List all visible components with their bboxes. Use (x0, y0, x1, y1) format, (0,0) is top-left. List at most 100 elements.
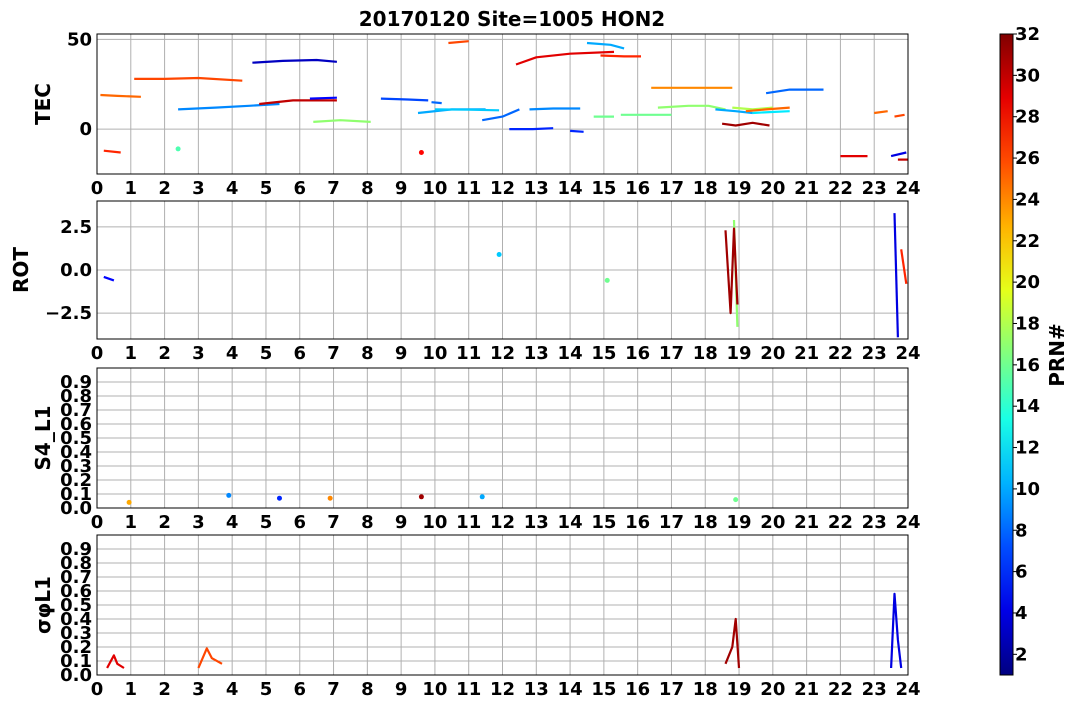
x-tick-label: 15 (591, 178, 616, 199)
y-tick-label: 0.9 (60, 372, 92, 393)
series-12-line (431, 101, 442, 105)
subplot-4: 0 1 2 3 4 5 6 7 8 9 10 11 12 13 14 15 16 17 18 19 20 21 22 23 24… (31, 534, 921, 700)
colorbar-tick-label: 4 (1015, 603, 1028, 624)
x-tick-label: 17 (659, 178, 684, 199)
x-tick-label: 20 (760, 512, 785, 533)
x-tick-label: 0 (91, 679, 104, 700)
x-tick-label: 2 (158, 679, 171, 700)
x-tick-label: 6 (293, 178, 306, 199)
y-tick-label: −2.5 (45, 303, 92, 324)
series-6-point (479, 494, 485, 500)
x-tick-label: 17 (659, 512, 684, 533)
series-17-line (515, 50, 615, 66)
colorbar-tick-label: 12 (1015, 438, 1040, 459)
x-tick-label: 13 (524, 343, 549, 364)
x-tick-label: 19 (727, 343, 752, 364)
series-4-line (134, 76, 243, 82)
x-tick-label: 4 (226, 178, 239, 199)
x-tick-label: 12 (490, 512, 515, 533)
y-axis-label: S4_L1 (31, 406, 55, 471)
series-1-line (103, 275, 115, 282)
x-tick-label: 18 (693, 178, 718, 199)
subplot-2: 0 1 2 3 4 5 6 7 8 9 10 11 12 13 14 15 16 17 18 19 20 21 22 23 24… (9, 200, 921, 364)
colorbar-tick-label: 32 (1015, 24, 1040, 45)
series-9-line (313, 119, 371, 123)
x-tick-label: 7 (327, 343, 340, 364)
x-tick-label: 15 (591, 679, 616, 700)
colorbar-tick-label: 30 (1015, 65, 1040, 86)
colorbar-tick-label: 24 (1015, 189, 1040, 210)
x-tick-label: 14 (558, 512, 583, 533)
y-axis-label: σφL1 (31, 576, 55, 634)
x-tick-label: 8 (361, 512, 374, 533)
series-35-line (894, 113, 905, 118)
x-tick-label: 23 (862, 679, 887, 700)
x-tick-label: 2 (158, 512, 171, 533)
y-tick-label: 0.9 (60, 539, 92, 560)
x-tick-label: 6 (293, 679, 306, 700)
series-34-line (874, 110, 888, 115)
y-tick-label: 0 (79, 119, 92, 140)
x-tick-label: 3 (192, 343, 205, 364)
x-tick-label: 16 (625, 512, 650, 533)
x-tick-label: 16 (625, 343, 650, 364)
x-tick-label: 17 (659, 679, 684, 700)
x-tick-label: 8 (361, 679, 374, 700)
colorbar-label: PRN# (1045, 323, 1069, 387)
x-tick-label: 18 (693, 343, 718, 364)
x-tick-label: 1 (125, 178, 138, 199)
series-36-line (890, 151, 907, 158)
colorbar-tick-label: 28 (1015, 107, 1040, 128)
series-32-line (765, 88, 824, 95)
x-tick-label: 20 (760, 178, 785, 199)
colorbar-gradient (999, 33, 1014, 676)
x-tick-label: 22 (828, 679, 853, 700)
series-1-line (106, 654, 125, 669)
series-7-line (900, 249, 908, 284)
series-7-point (733, 497, 739, 503)
colorbar-tick-label: 10 (1015, 479, 1040, 500)
x-tick-label: 3 (192, 512, 205, 533)
x-tick-label: 12 (490, 178, 515, 199)
data-layer (100, 40, 908, 161)
x-tick-label: 14 (558, 343, 583, 364)
x-tick-label: 24 (895, 178, 920, 199)
x-tick-label: 5 (260, 178, 273, 199)
series-1-line (100, 93, 141, 98)
grid (96, 201, 909, 339)
series-21-line (600, 54, 641, 58)
colorbar-tick-label: 8 (1015, 520, 1028, 541)
colorbar-tick-label: 16 (1015, 355, 1040, 376)
colorbar-tick-label: 26 (1015, 148, 1040, 169)
colorbar-tick-label: 18 (1015, 313, 1040, 334)
grid (96, 34, 909, 174)
series-3-point (276, 495, 282, 501)
x-tick-label: 6 (293, 343, 306, 364)
y-tick-label: 0.0 (60, 260, 92, 281)
x-tick-label: 19 (727, 679, 752, 700)
series-7-line (259, 99, 337, 106)
x-tick-label: 0 (91, 343, 104, 364)
series-5-line (178, 102, 280, 111)
series-6-line (893, 213, 899, 338)
x-tick-label: 12 (490, 679, 515, 700)
x-tick-label: 10 (422, 679, 447, 700)
series-5-point (418, 494, 424, 500)
x-tick-label: 18 (693, 679, 718, 700)
series-28-line (721, 121, 770, 127)
x-tick-label: 3 (192, 679, 205, 700)
grid (96, 368, 909, 509)
series-19-line (529, 107, 581, 111)
x-tick-label: 1 (125, 343, 138, 364)
y-tick-label: 50 (67, 29, 92, 50)
x-tick-label: 21 (794, 343, 819, 364)
series-15-line (434, 108, 500, 112)
x-tick-label: 0 (91, 178, 104, 199)
x-tick-label: 13 (524, 178, 549, 199)
subplot-3: 0 1 2 3 4 5 6 7 8 9 10 11 12 13 14 15 16 17 18 19 20 21 22 23 24… (31, 367, 921, 533)
colorbar-tick-label: 14 (1015, 396, 1040, 417)
x-tick-label: 14 (558, 679, 583, 700)
x-tick-label: 7 (327, 679, 340, 700)
figure: 20170120 Site=1005 HON2 0 1 2 3 4 5 6 7 8 9 10 11 12… (9, 7, 1069, 700)
x-tick-label: 1 (125, 512, 138, 533)
